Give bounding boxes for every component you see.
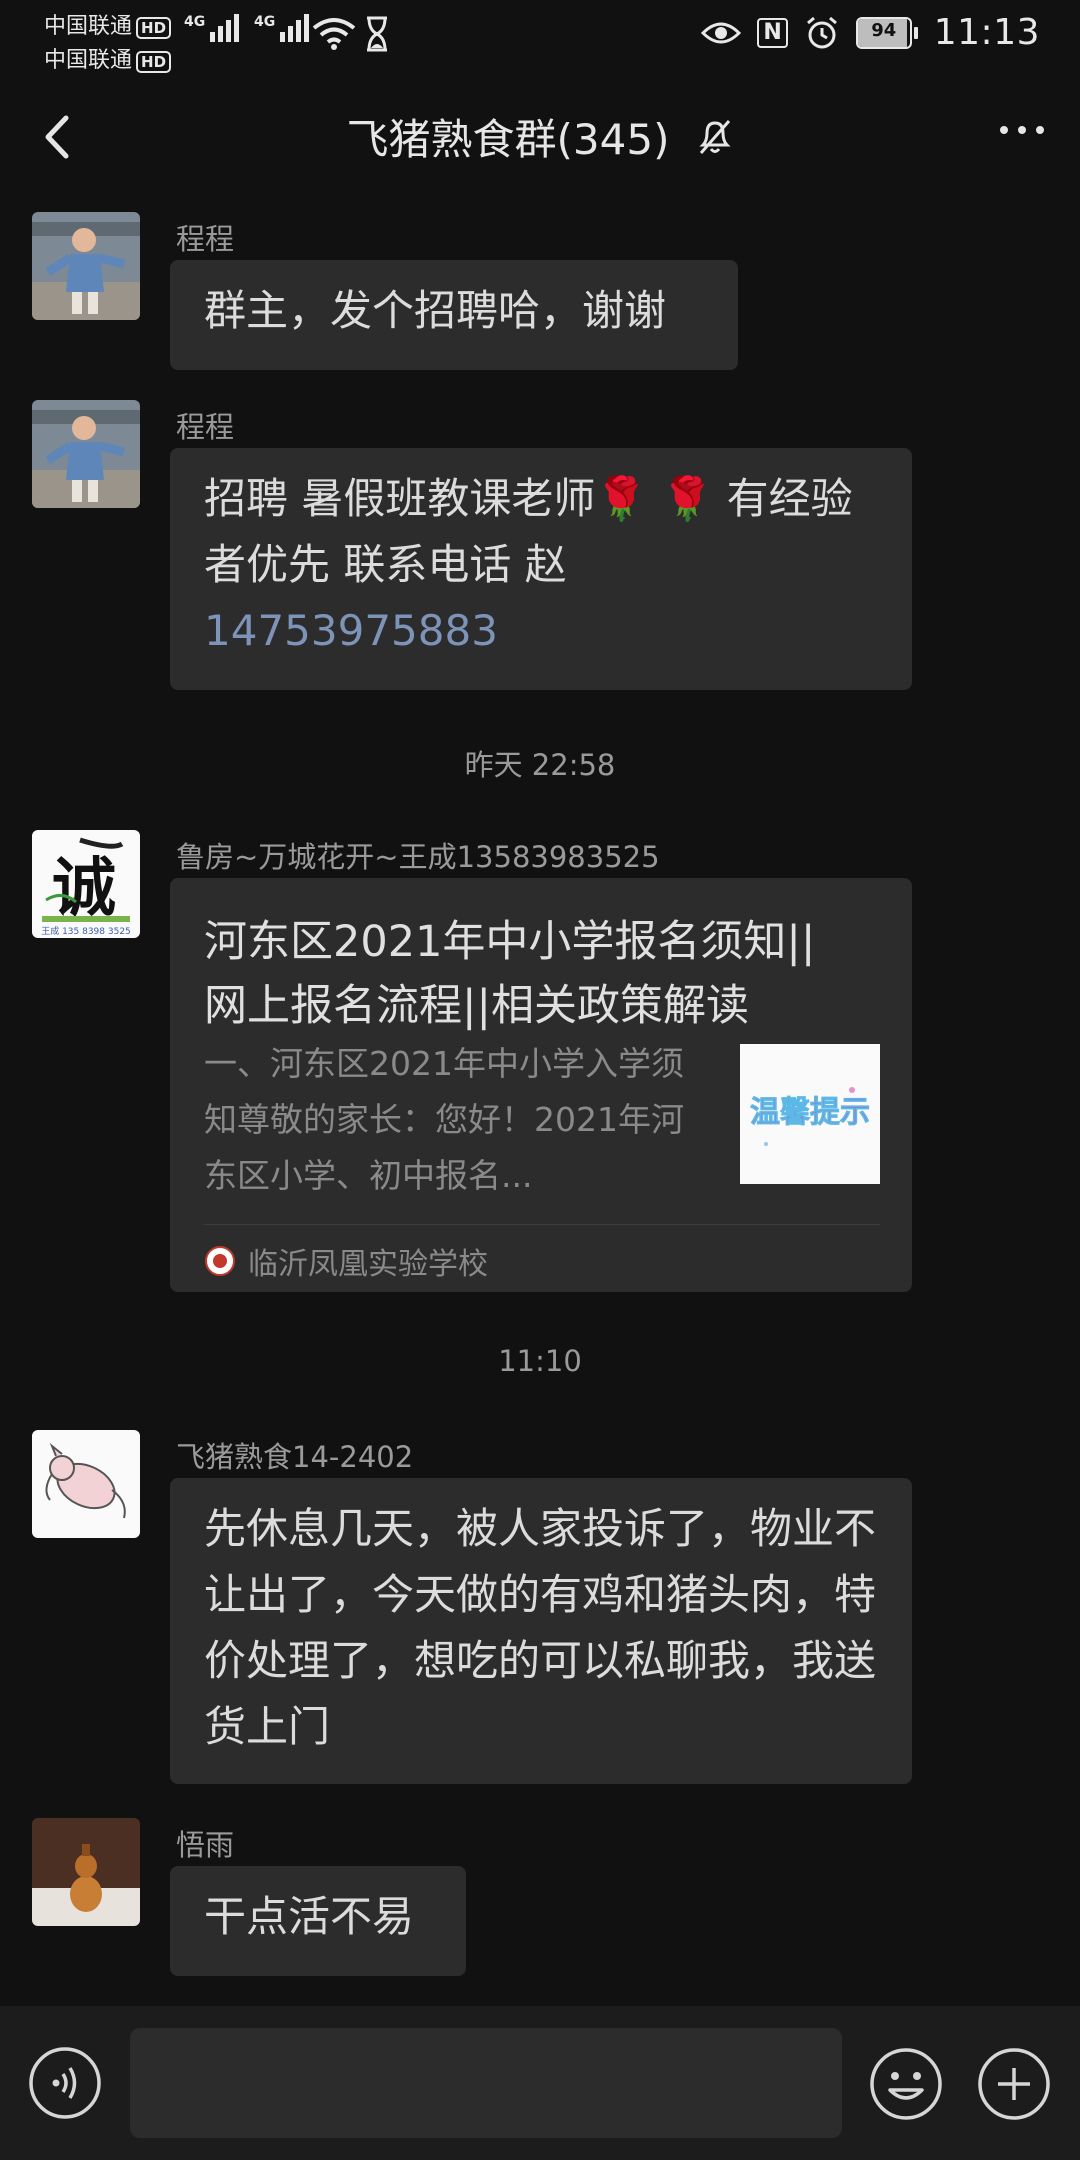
article-title: 河东区2021年中小学报名须知|| 网上报名流程||相关政策解读 bbox=[204, 917, 816, 1031]
article-description: 一、河东区2021年中小学入学须知尊敬的家长：您好！2021年河东区小学、初中报… bbox=[204, 1044, 684, 1195]
mute-bell-icon bbox=[699, 119, 732, 154]
svg-text:诚: 诚 bbox=[52, 851, 116, 926]
avatar[interactable]: 诚 王成 135 8398 3525 bbox=[32, 830, 140, 938]
avatar[interactable] bbox=[32, 1818, 140, 1926]
sender-name: 鲁房~万城花开~王成13583983525 bbox=[176, 840, 660, 874]
battery-icon: 94 bbox=[855, 16, 918, 49]
timestamp: 11:10 bbox=[498, 1344, 582, 1378]
article-source: 临沂凤凰实验学校 bbox=[204, 1224, 880, 1283]
timestamp: 昨天 22:58 bbox=[464, 748, 616, 782]
clock: 11:13 bbox=[933, 12, 1040, 53]
alarm-icon bbox=[806, 16, 837, 48]
carrier-1: 中国联通 HD bbox=[44, 8, 172, 40]
avatar[interactable] bbox=[32, 1430, 140, 1538]
message-bubble[interactable]: 干点活不易 bbox=[170, 1866, 466, 1976]
school-logo-icon bbox=[205, 1246, 235, 1276]
avatar[interactable] bbox=[32, 400, 140, 508]
eye-icon bbox=[701, 22, 742, 43]
input-bar bbox=[0, 2006, 1080, 2160]
phone-link[interactable]: 14753975883 bbox=[204, 598, 878, 664]
nfc-icon: N bbox=[757, 17, 788, 48]
voice-icon[interactable] bbox=[28, 2046, 102, 2120]
page-title: 飞猪熟食群(345) bbox=[346, 115, 670, 164]
plus-icon[interactable] bbox=[976, 2046, 1052, 2122]
avatar[interactable] bbox=[32, 212, 140, 320]
article-card[interactable]: 河东区2021年中小学报名须知|| 网上报名流程||相关政策解读 一、河东区20… bbox=[170, 878, 912, 1292]
svg-text:王成 135 8398 3525: 王成 135 8398 3525 bbox=[41, 925, 131, 937]
status-bar: 中国联通 HD 中国联通 HD 4G 4G N 94 11:13 bbox=[0, 0, 1080, 74]
message-input[interactable] bbox=[130, 2028, 842, 2138]
sender-name: 悟雨 bbox=[176, 1828, 235, 1862]
message-text-line: 招聘 暑假班教课老师🌹 🌹 有经验 bbox=[204, 474, 853, 523]
wifi-icon bbox=[312, 18, 356, 50]
sender-name: 程程 bbox=[176, 410, 235, 444]
more-options-icon[interactable] bbox=[1000, 126, 1044, 134]
hourglass-icon bbox=[367, 16, 387, 52]
emoji-icon[interactable] bbox=[868, 2046, 944, 2122]
sender-name: 飞猪熟食14-2402 bbox=[176, 1440, 414, 1474]
message-text-line: 者优先 联系电话 赵 bbox=[204, 540, 567, 589]
message-bubble[interactable]: 群主，发个招聘哈，谢谢 bbox=[170, 260, 738, 370]
signal-icon-2: 4G bbox=[254, 14, 310, 42]
carrier-2: 中国联通 HD bbox=[44, 42, 172, 74]
chat-header: 飞猪熟食群(345) bbox=[0, 96, 1080, 180]
sender-name: 程程 bbox=[176, 222, 235, 256]
message-bubble[interactable]: 招聘 暑假班教课老师🌹 🌹 有经验 者优先 联系电话 赵 14753975883 bbox=[170, 448, 912, 690]
article-thumbnail: 温馨提示 bbox=[740, 1044, 880, 1184]
message-bubble[interactable]: 先休息几天，被人家投诉了，物业不让出了，今天做的有鸡和猪头肉，特价处理了，想吃的… bbox=[170, 1478, 912, 1784]
svg-text:温馨提示: 温馨提示 bbox=[750, 1095, 870, 1130]
signal-icon: 4G bbox=[184, 14, 240, 42]
